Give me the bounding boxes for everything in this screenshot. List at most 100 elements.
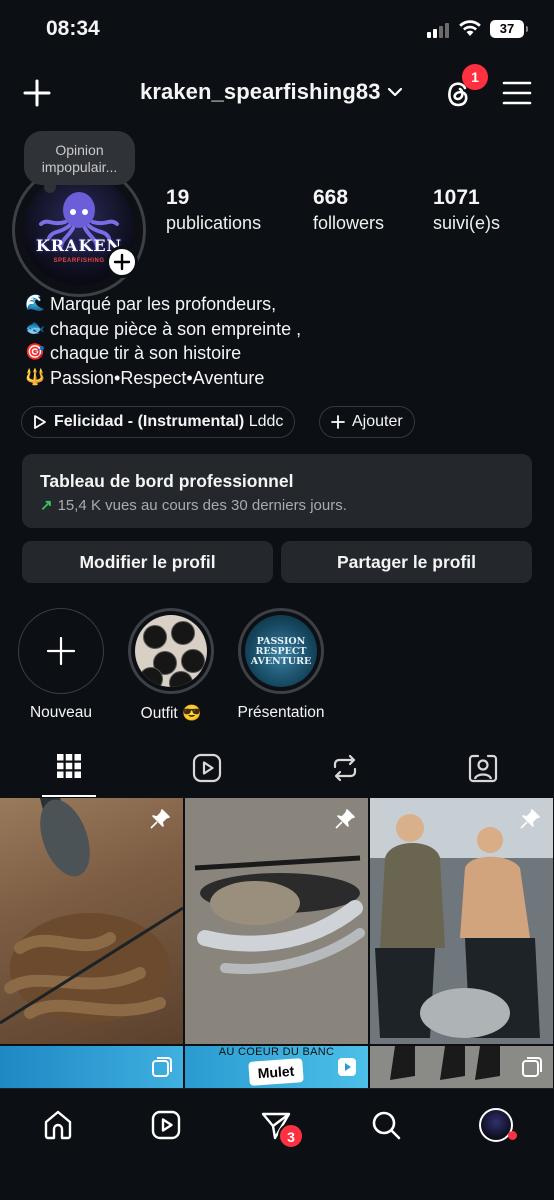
bio-line: 🔱 Passion•Respect•Aventure [22, 366, 301, 391]
chevron-down-icon [387, 87, 402, 97]
reels-icon [192, 753, 222, 783]
profile-bio: 🌊 Marqué par les profondeurs, 🐟 chaque p… [22, 292, 301, 390]
pinned-icon [150, 809, 170, 829]
bio-text: chaque tir à son histoire [50, 343, 242, 363]
bottom-nav: 3 [0, 1088, 554, 1200]
profile-header: kraken_spearfishing83 1 [0, 64, 554, 120]
highlight-new-circle [18, 608, 104, 694]
professional-dashboard[interactable]: Tableau de bord professionnel ↗ 15,4 K v… [22, 454, 532, 528]
stat-publications[interactable]: 19 publications [166, 186, 261, 234]
stat-value: 1071 [433, 186, 480, 209]
play-icon [34, 415, 46, 429]
status-time: 08:34 [46, 17, 100, 40]
stat-following[interactable]: 1071 suivi(e)s [433, 186, 500, 234]
repost-icon [333, 754, 357, 782]
grid-post[interactable] [370, 1046, 553, 1088]
reel-icon [338, 1058, 356, 1076]
grid-icon [57, 754, 81, 778]
octopus-catch-photo [0, 798, 183, 1025]
highlight-label: Nouveau [29, 704, 93, 721]
dashboard-subtitle-row: ↗ 15,4 K vues au cours des 30 derniers j… [40, 496, 532, 515]
wave-emoji: 🌊 [25, 295, 45, 312]
home-icon [44, 1110, 72, 1140]
carousel-icon [522, 1057, 542, 1077]
add-link-chip[interactable]: Ajouter [319, 406, 415, 438]
stat-label: publications [166, 213, 262, 233]
cellular-signal-icon [427, 22, 453, 38]
add-story-button[interactable] [106, 246, 138, 278]
grid-post[interactable] [0, 1046, 183, 1088]
presentation-cover-text: PASSION RESPECT AVENTURE [250, 636, 312, 667]
plus-icon [113, 253, 131, 271]
messages-badge: 3 [278, 1123, 304, 1149]
battery-icon: 37 [490, 20, 528, 38]
dashboard-title: Tableau de bord professionnel [40, 471, 294, 491]
fish-emoji: 🐟 [25, 319, 45, 337]
nav-search[interactable] [366, 1105, 406, 1145]
threads-notification-badge: 1 [462, 64, 488, 90]
posts-grid: AU COEUR DU BANC Mulet [0, 798, 554, 1088]
plus-icon [331, 415, 345, 429]
bio-line: 🐟 chaque pièce à son empreinte , [22, 317, 301, 342]
stat-label: suivi(e)s [433, 213, 501, 233]
bio-line: 🌊 Marqué par les profondeurs, [22, 292, 301, 317]
share-profile-button[interactable]: Partager le profil [281, 541, 532, 583]
plus-icon [46, 636, 76, 666]
pinned-icon [520, 809, 540, 829]
bio-text: chaque pièce à son empreinte , [50, 318, 302, 339]
menu-icon[interactable] [502, 80, 532, 106]
nav-home[interactable] [38, 1105, 78, 1145]
grid-post[interactable]: AU COEUR DU BANC Mulet [185, 1046, 368, 1088]
trident-emoji: 🔱 [25, 368, 45, 386]
highlight-presentation[interactable]: PASSION RESPECT AVENTURE Présentation [226, 608, 336, 722]
bio-line: 🎯 chaque tir à son histoire [22, 341, 301, 366]
tab-grid[interactable] [0, 748, 138, 798]
highlight-new[interactable]: Nouveau [6, 608, 116, 722]
grid-post[interactable] [0, 798, 183, 1044]
dashboard-subtitle: 15,4 K vues au cours des 30 derniers jou… [57, 496, 347, 514]
music-artist: Lddc [248, 413, 284, 430]
stat-value: 19 [166, 186, 190, 209]
account-switcher[interactable]: kraken_spearfishing83 [140, 79, 403, 105]
carousel-icon [152, 1057, 172, 1077]
divers-with-catch-photo [370, 798, 553, 1044]
search-icon [372, 1111, 401, 1140]
profile-tabs [0, 748, 554, 798]
music-title: Felicidad - (Instrumental) [54, 413, 245, 430]
create-plus-icon[interactable] [22, 78, 52, 108]
grid-post[interactable] [370, 798, 553, 1044]
reels-icon [151, 1110, 181, 1140]
fish-on-gravel-photo [185, 798, 368, 1044]
nav-reels[interactable] [146, 1105, 186, 1145]
highlight-label: Présentation [237, 704, 325, 721]
mulet-tag: Mulet [248, 1058, 304, 1086]
wifi-icon [459, 20, 481, 36]
pinned-icon [335, 809, 355, 829]
stat-label: followers [313, 213, 385, 233]
trend-up-icon: ↗ [40, 497, 53, 514]
tagged-person-icon [468, 754, 498, 783]
highlight-presentation-circle: PASSION RESPECT AVENTURE [238, 608, 324, 694]
tab-reposts[interactable] [276, 748, 414, 798]
bio-text: Marqué par les profondeurs, [50, 294, 277, 314]
highlight-label: Outfit 😎 [140, 705, 202, 722]
target-emoji: 🎯 [25, 344, 45, 361]
presentation-cover: PASSION RESPECT AVENTURE [245, 615, 317, 687]
highlight-outfit-circle [128, 608, 214, 694]
username: kraken_spearfishing83 [140, 79, 381, 104]
add-label: Ajouter [352, 413, 403, 430]
tab-tagged[interactable] [414, 748, 552, 798]
highlight-outfit[interactable]: Outfit 😎 [116, 608, 226, 723]
music-chip[interactable]: Felicidad - (Instrumental) Lddc [21, 406, 296, 438]
outfit-cover [135, 615, 207, 687]
note-bubble[interactable]: Opinion impopulair... [24, 131, 135, 193]
edit-profile-button[interactable]: Modifier le profil [22, 541, 273, 583]
grid-post[interactable] [185, 798, 368, 1044]
active-tab-indicator [42, 795, 96, 797]
profile-notification-dot [508, 1131, 517, 1140]
status-bar: 08:34 37 [0, 0, 554, 60]
stat-followers[interactable]: 668 followers [313, 186, 384, 234]
stat-value: 668 [313, 186, 349, 209]
tab-reels[interactable] [138, 748, 276, 798]
bio-text: Passion•Respect•Aventure [50, 367, 265, 388]
